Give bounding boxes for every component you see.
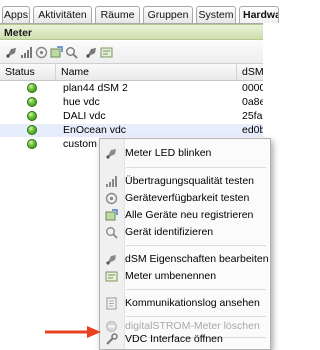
menu-separator xyxy=(126,167,266,168)
menu-item-label: Geräteverfügbarkeit testen xyxy=(125,192,250,204)
identify-icon xyxy=(105,226,118,239)
device-name: DALI vdc xyxy=(63,110,106,122)
tab-raeume[interactable]: Räume xyxy=(95,6,140,23)
device-dsm: 0a8e xyxy=(242,96,263,108)
register-devices-icon[interactable] xyxy=(34,45,48,59)
menu-item-label: Meter umbenennen xyxy=(125,270,217,282)
register-all-icon xyxy=(105,209,118,222)
edit-icon[interactable] xyxy=(84,45,98,59)
device-dsm: ed0b xyxy=(242,124,263,136)
device-dsm: 25fa xyxy=(242,110,263,122)
menu-item-uebertragungsqualitaet[interactable]: Übertragungsqualität testen xyxy=(100,173,270,190)
status-ok-icon xyxy=(26,138,38,150)
menu-separator xyxy=(126,245,266,246)
device-name: EnOcean vdc xyxy=(63,124,127,136)
menu-item-label: VDC Interface öffnen xyxy=(125,333,223,345)
rename-icon[interactable] xyxy=(99,45,113,59)
register-icon[interactable] xyxy=(49,45,63,59)
menu-item-geraete-neu-registrieren[interactable]: Alle Geräte neu registrieren xyxy=(100,207,270,224)
table-row[interactable]: DALI vdc 25fa xyxy=(0,110,263,123)
menu-item-vdc-interface-oeffnen[interactable]: VDC Interface öffnen xyxy=(100,331,270,348)
annotation-arrow-icon xyxy=(45,326,101,338)
context-menu: Meter LED blinken Übertragungsqualität t… xyxy=(99,138,271,350)
properties-icon xyxy=(105,253,118,266)
device-name: hue vdc xyxy=(63,96,100,108)
tab-gruppen[interactable]: Gruppen xyxy=(143,6,193,23)
tab-system[interactable]: System xyxy=(196,6,236,23)
status-ok-icon xyxy=(26,124,38,136)
signal-quality-icon xyxy=(105,175,118,188)
tab-bar: Apps Aktivitäten Räume Gruppen System Ha… xyxy=(0,0,279,26)
identify-icon[interactable] xyxy=(64,45,78,59)
device-name: plan44 dSM 2 xyxy=(63,82,128,94)
menu-item-label: Alle Geräte neu registrieren xyxy=(125,209,254,221)
rename-icon xyxy=(105,270,118,283)
menu-separator xyxy=(126,289,266,290)
menu-item-geraeteverfuegbarkeit[interactable]: Geräteverfügbarkeit testen xyxy=(100,190,270,207)
log-icon xyxy=(105,297,118,310)
availability-icon xyxy=(105,192,118,205)
column-status[interactable]: Status xyxy=(0,64,56,80)
menu-item-geraet-identifizieren[interactable]: Gerät identifizieren xyxy=(100,224,270,241)
menu-item-meter-led-blinken[interactable]: Meter LED blinken xyxy=(100,145,270,162)
tab-hardware[interactable]: Hardware xyxy=(239,6,279,23)
toolbar xyxy=(0,41,263,64)
menu-item-meter-umbenennen[interactable]: Meter umbenennen xyxy=(100,268,270,285)
menu-item-label: Meter LED blinken xyxy=(125,147,212,159)
menu-item-label: Kommunikationslog ansehen xyxy=(125,297,260,309)
signal-icon[interactable] xyxy=(19,45,33,59)
column-name[interactable]: Name xyxy=(56,64,237,80)
menu-item-label: dSM Eigenschaften bearbeiten xyxy=(125,253,269,265)
menu-separator xyxy=(126,316,266,317)
tab-apps[interactable]: Apps xyxy=(2,6,30,23)
section-title: Meter xyxy=(0,24,263,40)
table-row[interactable]: plan44 dSM 2 0000 xyxy=(0,82,263,95)
meter-config-icon[interactable] xyxy=(4,45,18,59)
table-header: Status Name dSM xyxy=(0,64,264,81)
status-ok-icon xyxy=(26,82,38,94)
table-row[interactable]: hue vdc 0a8e xyxy=(0,96,263,109)
column-dsm[interactable]: dSM xyxy=(237,64,277,80)
menu-item-label: Gerät identifizieren xyxy=(125,226,214,238)
status-ok-icon xyxy=(26,96,38,108)
tab-aktivitaeten[interactable]: Aktivitäten xyxy=(33,6,92,23)
device-dsm: 0000 xyxy=(242,82,263,94)
menu-item-dsm-eigenschaften[interactable]: dSM Eigenschaften bearbeiten xyxy=(100,251,270,268)
status-ok-icon xyxy=(26,110,38,122)
menu-item-label: Übertragungsqualität testen xyxy=(125,175,254,187)
table-row-selected[interactable]: EnOcean vdc ed0b xyxy=(0,124,263,137)
menu-item-kommunikationslog[interactable]: Kommunikationslog ansehen xyxy=(100,295,270,312)
led-blink-icon xyxy=(105,147,118,160)
wrench-icon xyxy=(105,333,118,346)
